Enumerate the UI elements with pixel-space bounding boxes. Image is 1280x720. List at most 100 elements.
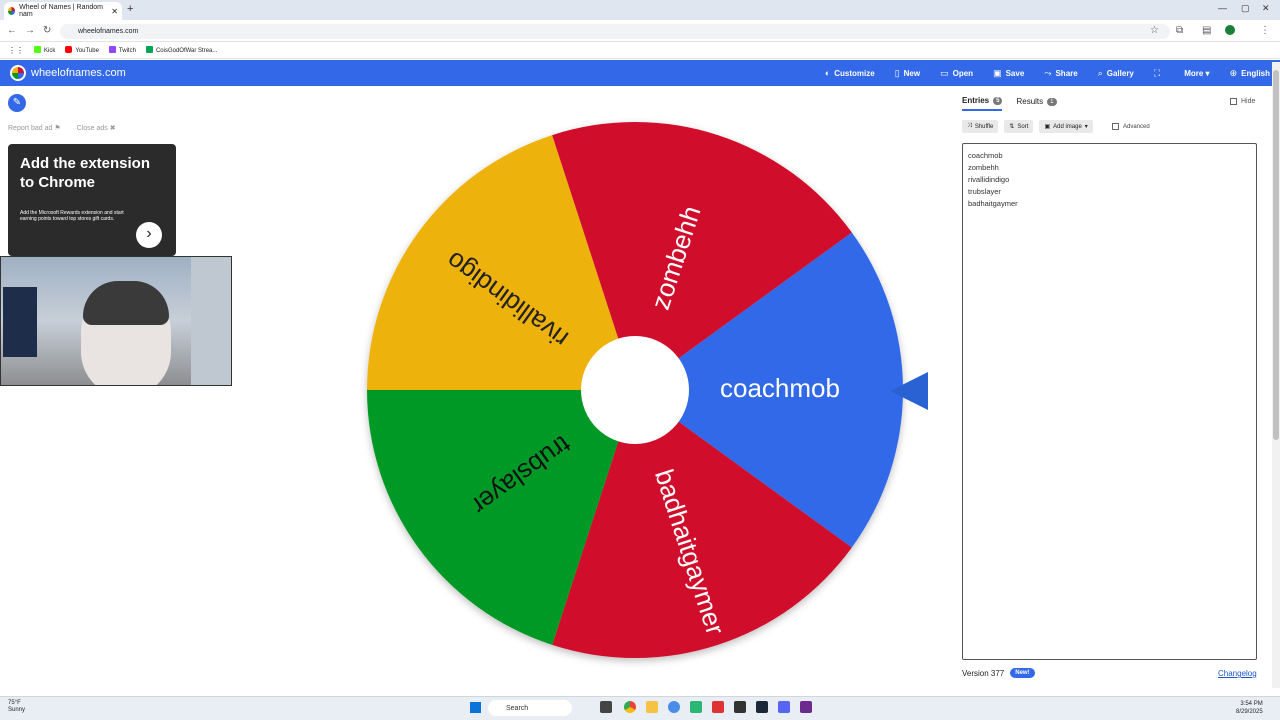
clock-time: 3:54 PM (1240, 701, 1263, 707)
site-header: wheelofnames.com ◐ Customize ▯ New ▭ Open ▣ Sav… (0, 60, 1280, 86)
sort-icon: ⇅ (1009, 124, 1015, 130)
share-icon: ⤳ (1044, 67, 1052, 78)
webcam-overlay (0, 256, 232, 386)
page-scrollbar[interactable] (1272, 62, 1280, 688)
menu-item-open[interactable]: ▭ Open (940, 68, 973, 79)
bookmark-twitch[interactable]: Twitch (108, 46, 136, 54)
taskbar-clock[interactable]: 3:54 PM 8/29/2025 (1236, 700, 1263, 716)
taskbar-search[interactable]: Search (488, 700, 572, 716)
wheel-center[interactable] (581, 336, 689, 444)
app-icon[interactable] (690, 701, 702, 713)
bookmark-youtube[interactable]: YouTube (65, 46, 99, 54)
globe-icon: ⊕ (1229, 67, 1238, 78)
menu-item-english[interactable]: ⊕ English (1230, 68, 1270, 79)
browser-tab-bar (0, 0, 1280, 20)
image-icon: ▣ (1044, 124, 1051, 130)
task-view-icon[interactable] (600, 701, 612, 713)
ad-arrow-button[interactable]: › (136, 222, 162, 248)
tab-results[interactable]: Results 1 (1016, 96, 1057, 111)
close-tab-icon[interactable]: ✕ (111, 7, 118, 16)
ad-links: Report bad ad ⚑ Close ads ✖ (8, 124, 116, 132)
advanced-checkbox[interactable] (1112, 123, 1119, 130)
steam-icon[interactable] (756, 701, 768, 713)
url-text: wheelofnames.com (78, 28, 139, 35)
url-field[interactable]: wheelofnames.com (60, 24, 1170, 39)
extensions-icon[interactable]: ⧉ (1176, 25, 1183, 36)
chevron-down-icon: ▾ (1084, 124, 1088, 130)
minimize-icon[interactable]: — (1218, 3, 1227, 13)
favicon-icon (8, 7, 16, 15)
new-badge[interactable]: New! (1010, 668, 1035, 678)
report-ad-link[interactable]: Report bad ad ⚑ (8, 124, 61, 132)
changelog-link[interactable]: Changelog (1218, 669, 1257, 678)
bookmark-coisgodofwar[interactable]: CoisGodOfWar Strea... (145, 46, 217, 54)
ad-body: Add the Microsoft Rewards extension and … (20, 210, 124, 222)
tab-entries[interactable]: Entries 5 (962, 96, 1003, 111)
entry-line: zombehh (968, 163, 999, 172)
hide-checkbox[interactable] (1230, 98, 1237, 105)
window-close-icon[interactable]: ✕ (1262, 3, 1270, 14)
menu-item-share[interactable]: ⤳ Share (1044, 68, 1077, 79)
scrollbar-thumb[interactable] (1273, 70, 1279, 440)
app-icon[interactable] (668, 701, 680, 713)
entry-line: rivallidindigo (968, 175, 1010, 184)
windows-start-icon[interactable] (470, 702, 481, 713)
bookmarks-bar: ⋮⋮ Kick YouTube Twitch CoisGodOfWar Stre… (0, 42, 1280, 59)
menu-item-fullscreen[interactable]: ⛶ (1154, 68, 1164, 79)
maximize-icon[interactable]: ▢ (1241, 3, 1250, 14)
menu-item-more[interactable]: More ▾ (1184, 69, 1209, 78)
ad-title: Add the extension to Chrome (20, 155, 151, 191)
version-text: Version 377 (962, 668, 1005, 678)
close-ads-link[interactable]: Close ads ✖ (77, 124, 116, 132)
menu-item-gallery[interactable]: ⌕ Gallery (1098, 68, 1134, 79)
entries-toolbar: ⤨ Shuffle ⇅ Sort ▣ Add image ▾ (962, 120, 1093, 133)
fullscreen-icon: ⛶ (1153, 67, 1161, 78)
browser-menu-icon[interactable]: ⋮ (1260, 25, 1270, 36)
wheel-pointer-arrow (890, 372, 928, 410)
entries-textarea[interactable]: coachmob zombehh rivallidindigo trubslay… (962, 143, 1257, 660)
site-logo[interactable] (10, 65, 26, 81)
wheel-slice-label: coachmob (720, 373, 840, 403)
search-icon: ⌕ (1097, 67, 1103, 78)
folder-icon: ▭ (940, 67, 949, 78)
apps-grid-icon[interactable]: ⋮⋮ (8, 46, 24, 55)
edit-pencil-button[interactable]: ✎ (8, 94, 26, 112)
reload-icon[interactable]: ↻ (43, 25, 51, 36)
sort-button[interactable]: ⇅ Sort (1004, 120, 1034, 133)
add-image-button[interactable]: ▣ Add image ▾ (1039, 120, 1093, 133)
shuffle-button[interactable]: ⤨ Shuffle (962, 120, 999, 133)
hide-toggle[interactable]: Hide (1230, 98, 1255, 105)
new-tab-button[interactable]: + (127, 3, 133, 15)
wheel[interactable]: coachmob badhaitgaymer trubslayer rivallidi… (360, 118, 910, 668)
flag-icon: ⚑ (54, 125, 61, 132)
forward-icon[interactable]: → (25, 25, 35, 36)
menu-item-new[interactable]: ▯ New (895, 68, 920, 79)
bookmark-star-icon[interactable]: ☆ (1150, 25, 1159, 36)
save-icon: ▣ (993, 67, 1002, 78)
menu-item-customize[interactable]: ◐ Customize (825, 68, 875, 78)
shuffle-icon: ⤨ (967, 123, 972, 129)
sidepanel-icon[interactable]: ▤ (1202, 25, 1211, 36)
bookmark-kick[interactable]: Kick (34, 46, 55, 54)
browser-tab[interactable]: Wheel of Names | Random nam ✕ (4, 2, 122, 20)
menu-item-save[interactable]: ▣ Save (993, 68, 1024, 79)
wheel-svg[interactable]: coachmobbadhaitgaymertrubslayerrivallidi… (360, 118, 910, 668)
entries-count-badge: 5 (993, 96, 1003, 105)
app-icon[interactable] (800, 701, 812, 713)
app-icon[interactable] (712, 701, 724, 713)
chrome-icon[interactable] (624, 701, 636, 713)
back-icon[interactable]: ← (7, 25, 17, 36)
weather-widget[interactable]: 75°F Sunny (8, 700, 25, 714)
app-icon[interactable] (734, 701, 746, 713)
file-explorer-icon[interactable] (646, 701, 658, 713)
advanced-toggle[interactable]: Advanced (1112, 123, 1150, 130)
clock-date: 8/29/2025 (1236, 709, 1263, 715)
windows-taskbar (0, 696, 1280, 720)
tab-title: Wheel of Names | Random nam (19, 4, 104, 18)
file-icon: ▯ (894, 67, 900, 78)
close-circle-icon: ✖ (109, 125, 116, 132)
weather-desc: Sunny (8, 707, 26, 713)
site-name[interactable]: wheelofnames.com (31, 67, 126, 79)
profile-avatar[interactable] (1225, 25, 1235, 35)
discord-icon[interactable] (778, 701, 790, 713)
